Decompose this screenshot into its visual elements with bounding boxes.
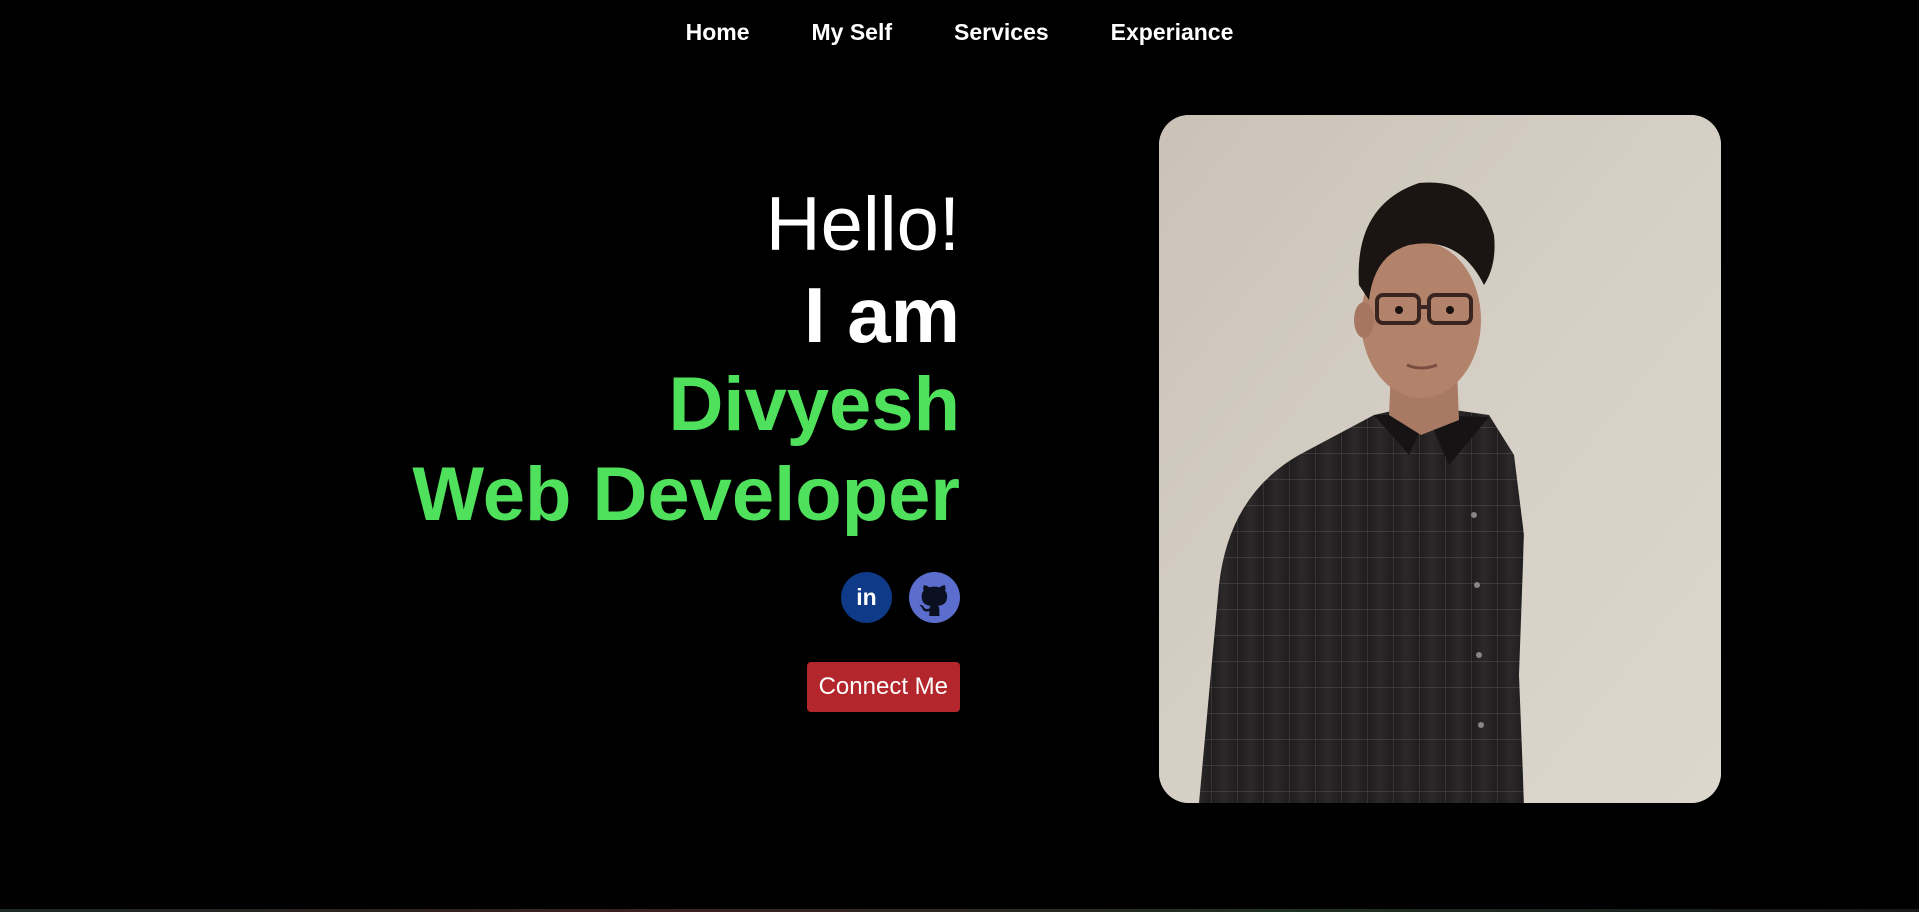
github-icon xyxy=(915,578,955,618)
github-link[interactable] xyxy=(909,572,960,623)
name-text: Divyesh xyxy=(668,362,961,447)
social-links: in xyxy=(841,572,960,623)
top-nav: Home My Self Services Experiance xyxy=(0,0,1919,64)
hero-text: Hello! I am Divyesh Web Developer xyxy=(320,180,960,540)
greeting-text: Hello! xyxy=(765,182,960,267)
intro-text: I am xyxy=(803,271,960,359)
nav-my-self[interactable]: My Self xyxy=(811,19,892,46)
page: Home My Self Services Experiance Hello! … xyxy=(0,0,1919,912)
nav-services[interactable]: Services xyxy=(954,19,1049,46)
connect-me-button[interactable]: Connect Me xyxy=(806,662,960,712)
role-text: Web Developer xyxy=(412,452,960,537)
nav-experiance[interactable]: Experiance xyxy=(1111,19,1234,46)
linkedin-icon: in xyxy=(856,584,877,610)
linkedin-link[interactable]: in xyxy=(841,572,892,623)
profile-photo xyxy=(1159,115,1721,803)
nav-home[interactable]: Home xyxy=(686,19,750,46)
